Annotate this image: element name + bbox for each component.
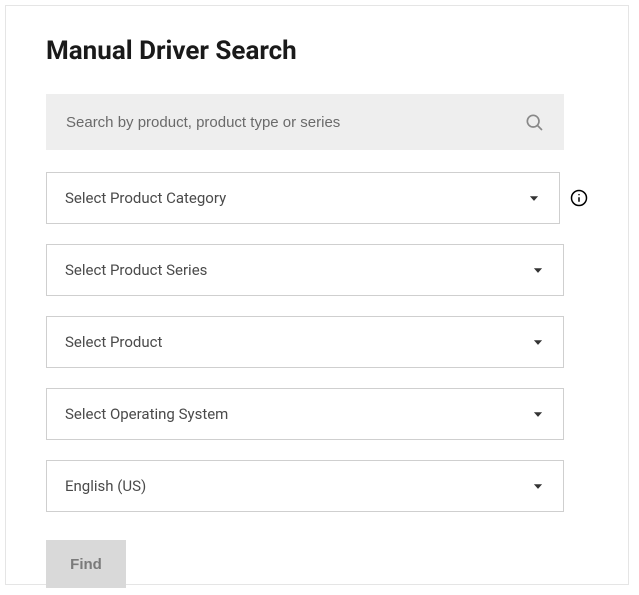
driver-search-card: Manual Driver Search Select Product Cate… [5,5,629,585]
operating-system-label: Select Operating System [65,405,228,423]
product-category-dropdown[interactable]: Select Product Category [46,172,560,224]
page-title: Manual Driver Search [46,36,588,66]
product-series-dropdown[interactable]: Select Product Series [46,244,564,296]
chevron-down-icon [531,407,545,421]
product-dropdown[interactable]: Select Product [46,316,564,368]
info-icon[interactable] [570,189,588,207]
product-label: Select Product [65,333,162,351]
operating-system-row: Select Operating System [46,388,588,440]
product-category-label: Select Product Category [65,189,226,207]
operating-system-dropdown[interactable]: Select Operating System [46,388,564,440]
product-series-row: Select Product Series [46,244,588,296]
product-row: Select Product [46,316,588,368]
chevron-down-icon [527,191,541,205]
chevron-down-icon [531,263,545,277]
product-series-label: Select Product Series [65,261,207,279]
search-input[interactable] [66,114,524,131]
search-box[interactable] [46,94,564,150]
language-row: English (US) [46,460,588,512]
find-button[interactable]: Find [46,540,126,588]
language-label: English (US) [65,477,146,495]
product-category-row: Select Product Category [46,172,588,224]
chevron-down-icon [531,479,545,493]
search-icon[interactable] [524,112,544,132]
chevron-down-icon [531,335,545,349]
language-dropdown[interactable]: English (US) [46,460,564,512]
